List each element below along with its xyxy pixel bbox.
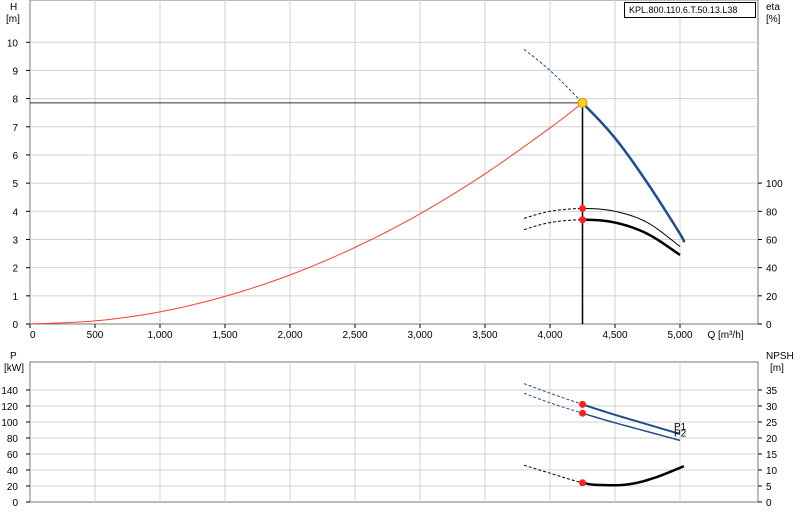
npsh-tick-label: 20 — [766, 434, 778, 445]
x-tick-label: 2,000 — [277, 330, 302, 341]
eta-axis-title: eta — [766, 2, 780, 13]
npsh-tick-label: 35 — [766, 386, 778, 397]
x-tick-label: 500 — [87, 330, 104, 341]
x-tick-label: 5,000 — [667, 330, 692, 341]
p-tick-label: 80 — [7, 434, 19, 445]
power-curve-label-p2: P2 — [674, 428, 687, 439]
npsh-duty-point — [579, 479, 586, 487]
y-tick-label-right: 40 — [766, 264, 778, 275]
y-tick-label-left: 1 — [12, 292, 18, 303]
npsh-tick-label: 10 — [766, 466, 778, 477]
x-tick-label: 2,500 — [342, 330, 367, 341]
duty-point-marker — [577, 97, 588, 108]
x-tick-label: 3,000 — [407, 330, 432, 341]
p-tick-label: 120 — [1, 402, 18, 413]
y-tick-label-right: 60 — [766, 235, 778, 246]
npsh-tick-label: 30 — [766, 402, 778, 413]
p-axis-title: P — [10, 351, 17, 362]
y-tick-label-left: 2 — [12, 264, 18, 275]
npsh-tick-label: 0 — [766, 498, 772, 509]
model-label: KPL.800.110.6.T.50.13.L38 — [624, 2, 756, 18]
h-axis-unit: [m] — [6, 14, 20, 25]
y-tick-label-left: 7 — [12, 123, 18, 134]
y-tick-label-right: 0 — [766, 320, 772, 331]
y-tick-label-left: 8 — [12, 95, 18, 106]
y-tick-label-left: 3 — [12, 235, 18, 246]
eta-axis-unit: [%] — [766, 14, 781, 25]
npsh-axis-title: NPSH — [766, 351, 794, 362]
y-tick-label-left: 9 — [12, 66, 18, 77]
x-tick-label: 1,500 — [212, 330, 237, 341]
x-tick-label: 4,500 — [602, 330, 627, 341]
x-tick-label: 0 — [30, 330, 36, 341]
x-tick-label: 3,500 — [472, 330, 497, 341]
npsh-tick-label: 5 — [766, 482, 772, 493]
y-tick-label-left: 10 — [7, 38, 19, 49]
p-tick-label: 40 — [7, 466, 19, 477]
p-tick-label: 100 — [1, 418, 18, 429]
top-plot-frame — [29, 0, 759, 325]
y-tick-label-right: 80 — [766, 207, 778, 218]
eta-duty-point-1 — [579, 204, 586, 212]
npsh-tick-label: 25 — [766, 418, 778, 429]
x-tick-label: 1,000 — [147, 330, 172, 341]
npsh-axis-unit: [m] — [770, 363, 784, 374]
x-tick-label: 4,000 — [537, 330, 562, 341]
p2-duty-point — [579, 409, 586, 417]
p-tick-label: 0 — [12, 498, 18, 509]
p-tick-label: 60 — [7, 450, 19, 461]
p-tick-label: 140 — [1, 386, 18, 397]
x-axis-label: Q [m³/h] — [707, 330, 743, 341]
pump-curve-chart: 0 500 1,000 1,500 2,000 2,500 3,000 3,500 4,000 4… — [1, 0, 794, 509]
p-tick-label: 20 — [7, 482, 19, 493]
y-tick-label-left: 4 — [12, 207, 18, 218]
y-tick-label-left: 6 — [12, 151, 18, 162]
h-axis-title: H — [10, 2, 17, 13]
y-tick-label-right: 100 — [766, 179, 783, 190]
p-axis-unit: [kW] — [4, 363, 24, 374]
npsh-tick-label: 15 — [766, 450, 778, 461]
eta-duty-point-2 — [579, 216, 586, 224]
p1-duty-point — [579, 400, 586, 408]
y-tick-label-left: 5 — [12, 179, 18, 190]
y-tick-label-right: 20 — [766, 292, 778, 303]
y-tick-label-left: 0 — [12, 320, 18, 331]
